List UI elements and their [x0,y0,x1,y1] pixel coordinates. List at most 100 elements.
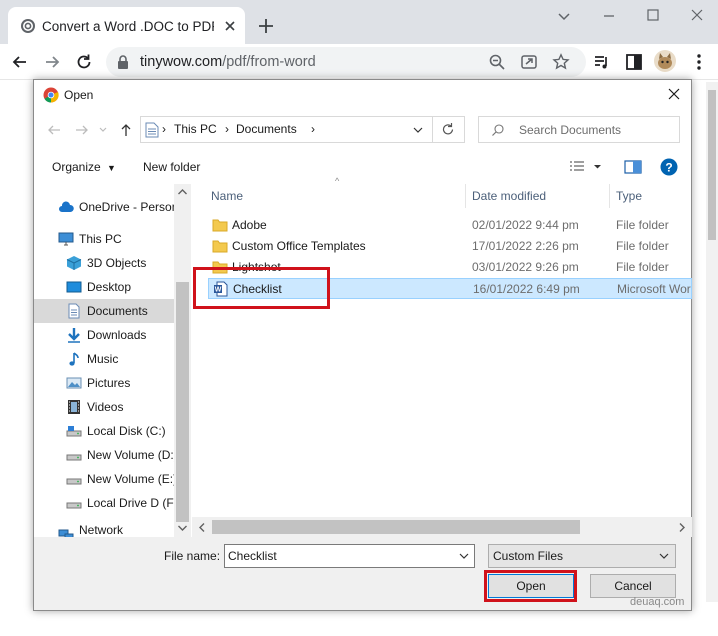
file-row-adobe[interactable]: Adobe 02/01/2022 9:44 pm File folder [208,215,692,236]
scrollbar-thumb[interactable] [212,520,580,534]
highlight-box-checklist [193,267,330,309]
document-icon [145,122,159,138]
sidebar-item-label: This PC [79,232,122,246]
sidebar-item-pictures[interactable]: Pictures [34,371,174,395]
drive-icon [66,447,82,463]
forward-arrow-icon[interactable] [42,52,62,72]
new-folder-button[interactable]: New folder [143,160,200,174]
sidebar-item-music[interactable]: Music [34,347,174,371]
file-name-field[interactable]: Checklist [224,544,475,568]
file-name-value: Checklist [228,549,277,563]
download-icon [66,327,82,343]
zoom-icon[interactable] [488,53,506,71]
sidebar-item-downloads[interactable]: Downloads [34,323,174,347]
sidebar-item-label: New Volume (E:) [87,472,174,486]
file-name: Custom Office Templates [232,239,366,253]
svg-text:?: ? [665,161,672,175]
navigation-scrollbar[interactable] [174,184,191,537]
profile-avatar[interactable] [654,50,676,72]
scroll-up-icon[interactable] [177,188,188,196]
share-icon[interactable] [520,53,538,71]
address-dropdown-icon[interactable] [411,123,425,137]
network-icon [58,527,74,537]
reload-icon[interactable] [74,52,94,72]
chevron-down-icon [657,549,671,563]
chrome-icon [43,87,59,103]
search-input[interactable]: Search Documents [478,116,680,143]
close-tab-icon[interactable] [221,17,239,35]
scrollbar-thumb[interactable] [176,282,189,522]
sidebar-item-label: Pictures [87,376,131,390]
dialog-address-row: › This PC › Documents › Search Documents [34,110,691,150]
page-scrollbar-thumb[interactable] [708,90,716,240]
sidebar-item-label: OneDrive - Person [79,200,174,214]
view-options-icon[interactable] [569,159,603,175]
sidebar-item-videos[interactable]: Videos [34,395,174,419]
close-window-icon[interactable] [685,6,709,26]
address-bar[interactable]: tinywow.com/pdf/from-word [106,47,586,77]
sidebar-item-label: 3D Objects [87,256,147,270]
column-header-type[interactable]: Type [616,184,642,208]
breadcrumb-this-pc[interactable]: This PC [174,122,217,137]
cancel-button[interactable]: Cancel [590,574,676,598]
dialog-close-icon[interactable] [666,86,682,102]
more-menu-icon[interactable] [693,52,705,72]
side-panel-icon[interactable] [624,52,644,72]
browser-tab-strip: Convert a Word .DOC to PDF Onl [0,0,718,44]
browser-tab[interactable]: Convert a Word .DOC to PDF Onl [8,7,245,44]
sidebar-item-new-volume-d[interactable]: New Volume (D:) [34,443,174,467]
scroll-right-icon[interactable] [678,522,686,533]
minimize-icon[interactable] [597,6,621,26]
sidebar-item-desktop[interactable]: Desktop [34,275,174,299]
maximize-icon[interactable] [641,6,665,26]
sidebar-item-local-disk-c[interactable]: Local Disk (C:) [34,419,174,443]
star-icon[interactable] [552,53,570,71]
breadcrumb-documents[interactable]: Documents [236,122,297,137]
file-date: 16/01/2022 6:49 pm [473,282,580,296]
sidebar-item-3d-objects[interactable]: 3D Objects [34,251,174,275]
sidebar-item-network[interactable]: Network [34,523,174,537]
sidebar-item-documents[interactable]: Documents [34,299,174,323]
scroll-down-icon[interactable] [177,524,188,532]
file-row-custom-office-templates[interactable]: Custom Office Templates 17/01/2022 2:26 … [208,236,692,257]
tab-title: Convert a Word .DOC to PDF Onl [42,19,214,34]
file-type: Microsoft Wor [617,282,691,296]
chevron-down-icon[interactable] [457,549,471,563]
file-name: Adobe [232,218,267,232]
desktop-icon [66,279,82,295]
back-arrow-icon[interactable] [10,52,30,72]
new-tab-icon[interactable] [256,16,276,36]
chevron-down-icon[interactable] [552,6,576,26]
media-queue-icon[interactable] [592,52,612,72]
browser-toolbar: tinywow.com/pdf/from-word [0,44,718,80]
folder-icon [212,217,228,233]
column-header-name[interactable]: Name [211,184,243,208]
sidebar-item-onedrive[interactable]: OneDrive - Person [34,195,174,219]
organize-button[interactable]: Organize ▼ [52,160,116,174]
sidebar-item-new-volume-e[interactable]: New Volume (E:) [34,467,174,491]
open-file-dialog: Open › This PC › Documents › Search Docu… [33,79,692,611]
refresh-icon[interactable] [433,116,465,143]
forward-arrow-icon[interactable] [74,122,90,138]
sidebar-item-label: Network [79,523,124,537]
sidebar-item-label: Documents [87,304,148,318]
videos-icon [66,399,82,415]
recent-locations-icon[interactable] [98,122,108,138]
navigation-pane: OneDrive - Person This PC 3D Objects Des… [34,184,191,537]
sidebar-item-label: Music [87,352,119,366]
sidebar-item-local-drive-f[interactable]: Local Drive D (F:) [34,491,174,515]
back-arrow-icon[interactable] [46,122,62,138]
up-arrow-icon[interactable] [118,122,134,138]
dialog-title-bar: Open [34,80,691,110]
column-divider[interactable] [609,184,610,208]
file-type-select[interactable]: Custom Files [488,544,676,568]
column-header-date[interactable]: Date modified [472,184,546,208]
breadcrumb[interactable]: › This PC › Documents › [140,116,433,143]
scroll-left-icon[interactable] [198,522,206,533]
help-icon[interactable]: ? [660,158,678,176]
sidebar-item-label: New Volume (D:) [87,448,174,462]
sidebar-item-this-pc[interactable]: This PC [34,227,174,251]
sort-indicator-icon: ^ [335,176,340,186]
preview-pane-icon[interactable] [624,159,642,175]
column-divider[interactable] [465,184,466,208]
